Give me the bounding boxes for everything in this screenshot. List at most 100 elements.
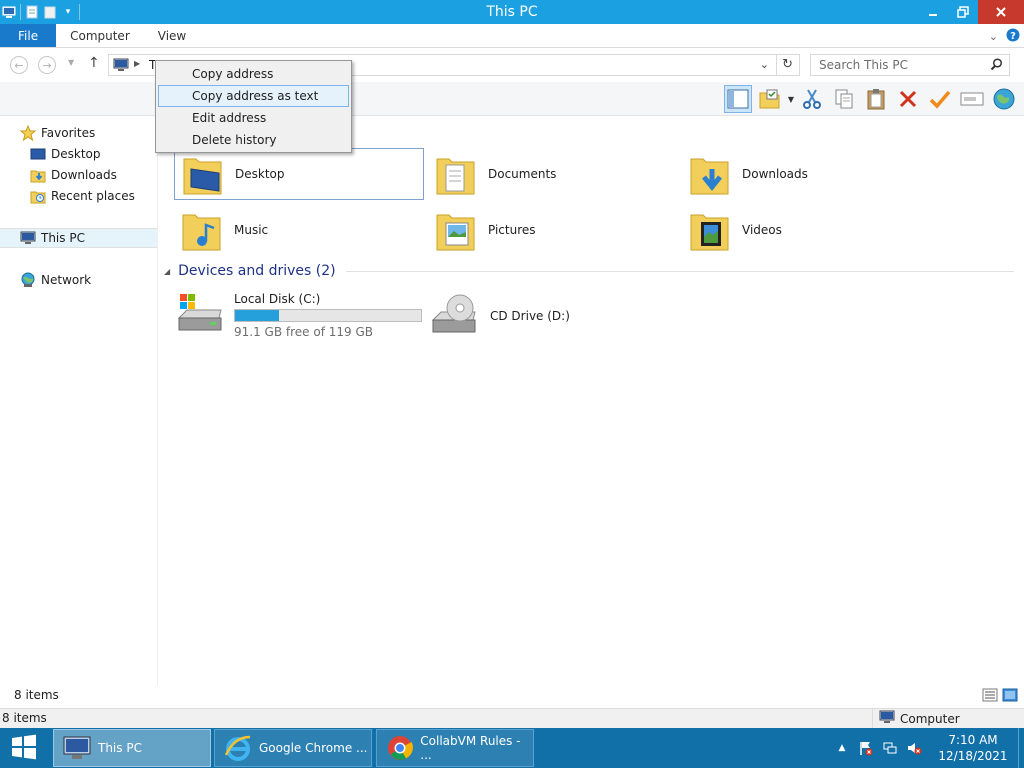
window-title: This PC — [486, 4, 538, 20]
internet-explorer-icon — [223, 733, 253, 763]
folder-documents[interactable]: Documents — [428, 148, 678, 200]
folder-options-chevron-icon[interactable]: ▼ — [788, 95, 794, 104]
help-icon[interactable]: ? — [1006, 28, 1020, 45]
command-toolbar: ▼ — [0, 82, 1024, 116]
network-icon — [20, 272, 36, 288]
recent-locations-chevron-icon[interactable]: ▼ — [68, 58, 74, 67]
windows-logo-icon — [11, 734, 37, 763]
folder-pictures[interactable]: Pictures — [428, 204, 678, 256]
back-button[interactable]: ← — [10, 56, 28, 74]
drive-meta: Local Disk (C:) 91.1 GB free of 119 GB — [234, 292, 422, 340]
folder-options-icon[interactable] — [756, 85, 784, 113]
nav-item-recent-places[interactable]: Recent places — [30, 186, 135, 206]
this-pc-small-icon — [113, 58, 129, 75]
drive-cd-d[interactable]: CD Drive (D:) — [430, 292, 680, 340]
breadcrumb-separator-icon[interactable]: ▶ — [134, 59, 140, 68]
details-view-icon[interactable] — [982, 688, 998, 705]
folder-label: Music — [234, 223, 269, 237]
cd-drive-icon — [430, 292, 482, 341]
properties-icon[interactable] — [25, 5, 39, 19]
pictures-folder-icon — [432, 206, 480, 254]
address-row: ← → ▼ ↑ ▶ T ⌄ ↻ — [0, 48, 1024, 82]
paste-icon[interactable] — [862, 85, 890, 113]
nav-item-downloads[interactable]: Downloads — [30, 165, 117, 185]
nav-item-desktop[interactable]: Desktop — [30, 144, 101, 164]
cut-icon[interactable] — [798, 85, 826, 113]
search-input[interactable] — [811, 55, 981, 75]
rename-icon[interactable] — [958, 85, 986, 113]
taskbar-button-this-pc[interactable]: This PC — [53, 729, 211, 767]
nav-favorites-label: Favorites — [41, 126, 96, 140]
volume-muted-icon[interactable] — [904, 738, 924, 758]
folder-downloads[interactable]: Downloads — [682, 148, 932, 200]
ribbon-right-controls: ⌄ ? — [989, 24, 1020, 48]
navigation-pane: Favorites Desktop Downloads Recent place… — [0, 116, 158, 686]
quick-access-toolbar: ▾ — [0, 0, 80, 24]
network-status-icon[interactable] — [880, 738, 900, 758]
menu-item-delete-history[interactable]: Delete history — [158, 129, 349, 151]
checkmark-icon[interactable] — [926, 85, 954, 113]
devices-group-header[interactable]: ◢ Devices and drives (2) — [164, 263, 1014, 279]
collapse-group-chevron-icon[interactable]: ◢ — [164, 267, 170, 276]
restore-button[interactable] — [948, 0, 978, 24]
folder-videos[interactable]: Videos — [682, 204, 932, 256]
nav-network[interactable]: Network — [20, 270, 91, 290]
large-icons-view-icon[interactable] — [1002, 688, 1018, 705]
drive-label: CD Drive (D:) — [490, 309, 570, 323]
taskbar-button-internet-explorer[interactable]: Google Chrome ... — [214, 729, 372, 767]
start-button[interactable] — [0, 728, 48, 768]
nav-item-label: Desktop — [51, 147, 101, 161]
system-tray: ▲ 7:10 AM 12/18/2021 — [830, 728, 1024, 768]
computer-app-icon[interactable] — [2, 5, 16, 19]
search-icon[interactable] — [990, 58, 1003, 74]
toolbar-icons: ▼ — [723, 84, 1018, 114]
nav-favorites[interactable]: Favorites — [20, 123, 95, 143]
forward-button[interactable]: → — [38, 56, 56, 74]
clock[interactable]: 7:10 AM 12/18/2021 — [932, 732, 1014, 764]
folder-desktop[interactable]: Desktop — [174, 148, 424, 200]
address-history-chevron-icon[interactable]: ⌄ — [760, 58, 769, 71]
downloads-icon — [30, 167, 46, 183]
minimize-button[interactable] — [918, 0, 948, 24]
taskbar-button-chrome[interactable]: CollabVM Rules - ... — [376, 729, 534, 767]
nav-this-pc[interactable]: This PC — [0, 228, 157, 248]
customize-toolbar-chevron-icon[interactable]: ▾ — [61, 5, 75, 19]
preview-pane-icon[interactable] — [723, 85, 752, 113]
item-count: 8 items — [14, 688, 59, 702]
new-folder-icon[interactable] — [43, 5, 57, 19]
tab-view[interactable]: View — [144, 24, 200, 47]
folder-music[interactable]: Music — [174, 204, 424, 256]
hard-drive-icon — [176, 292, 226, 340]
chrome-icon — [385, 733, 414, 763]
show-hidden-icons-chevron-icon[interactable]: ▲ — [832, 738, 852, 758]
nav-item-label: Downloads — [51, 168, 117, 182]
menu-item-edit-address[interactable]: Edit address — [158, 107, 349, 129]
content-area: Desktop Documents Downloads Music Pictur… — [158, 116, 1024, 686]
taskbar-button-label: CollabVM Rules - ... — [420, 734, 521, 762]
close-button[interactable] — [978, 0, 1024, 24]
folder-label: Desktop — [235, 167, 285, 181]
expand-ribbon-chevron-icon[interactable]: ⌄ — [989, 30, 998, 43]
search-box — [810, 54, 1010, 76]
globe-icon[interactable] — [990, 85, 1018, 113]
menu-item-copy-address-as-text[interactable]: Copy address as text — [158, 85, 349, 107]
videos-folder-icon — [686, 206, 734, 254]
folder-label: Documents — [488, 167, 557, 181]
copy-icon[interactable] — [830, 85, 858, 113]
taskbar-button-label: This PC — [98, 741, 142, 755]
refresh-icon[interactable]: ↻ — [782, 57, 793, 72]
tab-computer[interactable]: Computer — [56, 24, 144, 47]
tab-file[interactable]: File — [0, 24, 57, 47]
details-location-label: Computer — [900, 711, 960, 726]
action-center-flag-icon[interactable] — [856, 738, 876, 758]
downloads-folder-icon — [686, 150, 734, 198]
delete-icon[interactable] — [894, 85, 922, 113]
menu-item-copy-address[interactable]: Copy address — [158, 63, 349, 85]
drive-local-disk-c[interactable]: Local Disk (C:) 91.1 GB free of 119 GB — [176, 292, 426, 340]
show-desktop-button[interactable] — [1018, 728, 1024, 768]
nav-network-label: Network — [41, 273, 92, 287]
folder-label: Pictures — [488, 223, 536, 237]
up-arrow-icon[interactable]: ↑ — [88, 55, 100, 71]
drive-label: Local Disk (C:) — [234, 292, 321, 306]
desktop-folder-icon — [179, 150, 227, 198]
